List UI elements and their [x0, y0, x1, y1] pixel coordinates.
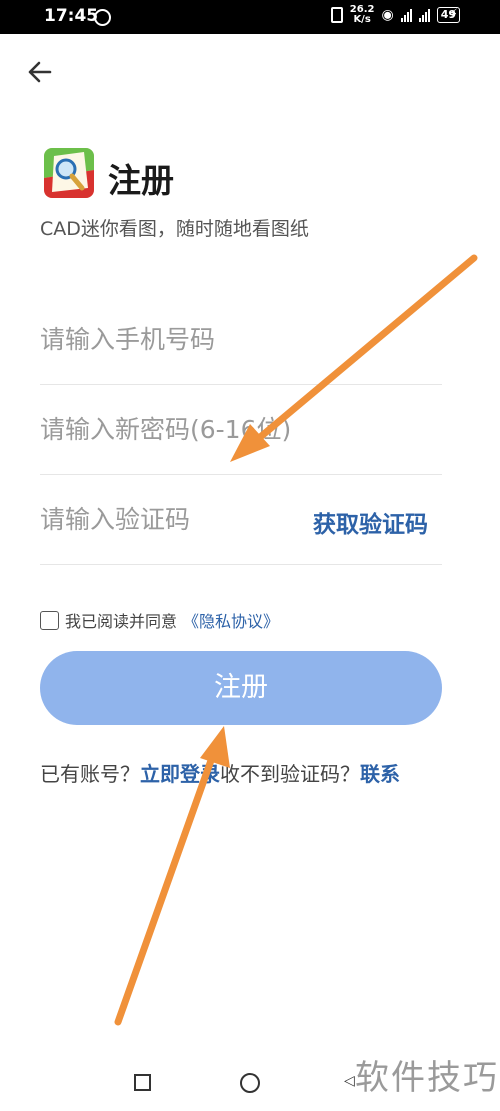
- back-triangle-icon[interactable]: ◁: [344, 1073, 355, 1089]
- footer-links: 已有账号？立即登录收不到验证码？联系: [40, 758, 442, 787]
- arrow-left-icon: [28, 61, 52, 83]
- watermark: 软件技巧: [355, 1058, 499, 1098]
- get-code-button[interactable]: 获取验证码: [313, 505, 428, 539]
- agree-text: 我已阅读并同意: [65, 612, 178, 631]
- register-button[interactable]: 注册: [40, 651, 442, 725]
- network-speed: 26.2 K/s: [350, 5, 375, 25]
- network-speed-unit: K/s: [353, 14, 371, 25]
- status-icons: 26.2 K/s ◉ 49: [330, 5, 460, 25]
- status-bar: 17:45 26.2 K/s ◉ 49 ⚡: [0, 0, 500, 34]
- recent-apps-icon[interactable]: [134, 1074, 151, 1091]
- signal-icon-2: [418, 8, 430, 22]
- password-field: [40, 386, 442, 475]
- login-link[interactable]: 立即登录: [140, 762, 220, 786]
- agreement-row: 我已阅读并同意 《隐私协议》: [40, 608, 279, 632]
- page-title: 注册: [108, 161, 174, 200]
- has-account-text: 已有账号？: [40, 762, 140, 786]
- phone-field: [40, 296, 442, 385]
- password-input[interactable]: [40, 386, 442, 472]
- privacy-policy-link[interactable]: 《隐私协议》: [183, 608, 279, 632]
- status-time: 17:45: [44, 6, 99, 26]
- signal-icon: [400, 8, 412, 22]
- vibrate-icon: [330, 7, 343, 23]
- agree-checkbox[interactable]: [40, 610, 59, 630]
- hotspot-icon: ◉: [381, 7, 394, 23]
- no-code-text: 收不到验证码？: [220, 762, 360, 786]
- phone-input[interactable]: [40, 296, 442, 382]
- code-field: 获取验证码: [40, 476, 442, 565]
- contact-link[interactable]: 联系: [360, 762, 400, 786]
- back-button[interactable]: [26, 60, 54, 84]
- charging-icon: ⚡: [448, 7, 458, 22]
- page-subtitle: CAD迷你看图，随时随地看图纸: [40, 218, 309, 240]
- alarm-icon: [94, 9, 111, 26]
- app-logo: [44, 148, 94, 198]
- cad-viewer-logo-icon: [44, 148, 94, 198]
- home-icon[interactable]: [240, 1073, 260, 1093]
